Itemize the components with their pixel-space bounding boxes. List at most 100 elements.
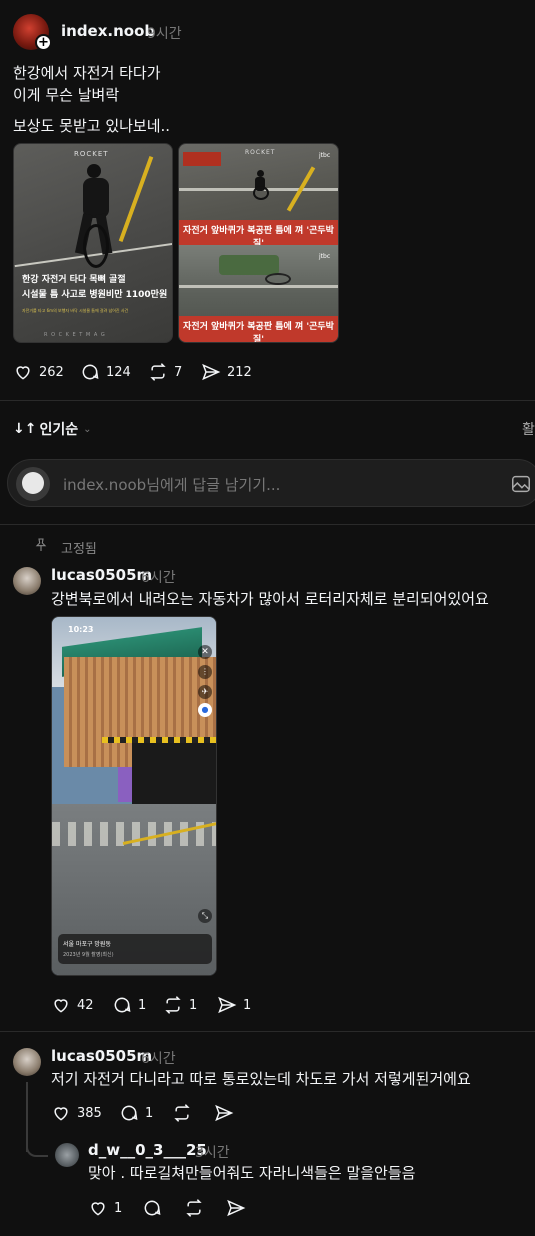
share-button[interactable]: 212 [201,362,252,382]
image2-brand: ROCKET [245,149,276,156]
comment-icon [82,364,99,380]
image2-tag: jtbc [319,152,331,159]
post-image-2[interactable]: ROCKET jtbc 자전거 앞바퀴가 복공판 틈에 껴 '곤두박질' jtb… [178,143,339,343]
repost-button[interactable]: 7 [148,362,182,382]
image1-caption-1: 한강 자전거 타다 목뼈 골절 [22,275,126,285]
comment-icon [144,1200,161,1216]
image3-tag: jtbc [319,253,331,260]
send-icon [218,996,237,1014]
location-pin-icon[interactable]: ● [198,703,212,717]
heart-icon [91,1202,105,1216]
comment3-time: 3시간 [195,1145,230,1161]
comment1-avatar[interactable] [13,567,41,595]
comment3-reply-button[interactable] [142,1198,162,1218]
comment3-repost-button[interactable] [184,1198,204,1218]
image-attach-icon[interactable] [510,473,532,495]
comment-button[interactable]: 124 [80,362,131,382]
image2-red-sign [183,152,221,166]
comment3-username[interactable]: d_w__0_3___25 [88,1141,207,1159]
pinned-label: 고정됨 [61,542,97,557]
comment3-like-count: 1 [114,1200,123,1216]
follow-plus-icon[interactable]: + [35,34,52,51]
cyclist-figure [69,164,124,274]
comment1-like-count: 42 [77,997,94,1013]
image2-cyclist [251,170,271,200]
repost-icon [150,363,166,381]
comment2-time: 6시간 [141,1051,176,1067]
send-icon [227,1199,246,1217]
comment1-repost-button[interactable]: 1 [163,995,197,1015]
comment1-username[interactable]: lucas0505m [51,566,152,584]
divider-1 [0,400,535,401]
like-button[interactable]: 262 [13,362,64,382]
comment3-like-button[interactable]: 1 [88,1198,122,1218]
comment2-avatar[interactable] [13,1048,41,1076]
tunnel [132,742,216,804]
comment2-like-count: 385 [77,1105,102,1121]
pin-icon [35,538,47,551]
heart-icon [16,366,30,380]
location-title: 서울 마포구 망원동 [63,941,111,948]
comment2-share-button[interactable] [214,1103,234,1123]
image3-banner: 자전거 앞바퀴가 복공판 틈에 껴 '곤두박질' [179,316,338,342]
location-sub: 2023년 9월 촬영(최신) [63,952,114,958]
status-time: 10:23 [68,625,94,634]
reply-input-placeholder[interactable]: index.noob님에게 답글 남기기... [63,474,280,495]
comment1-image[interactable]: 10:23 ✕ ⋮ ✈ ● ⤡ 서울 마포구 망원동 2023년 9월 촬영(최… [51,616,217,976]
comment-icon [121,1105,138,1121]
sort-dropdown[interactable]: ↓↑ 인기순 ⌄ [13,419,92,439]
post-text-line-3: 보상도 못받고 있나보네.. [13,117,171,135]
image1-footer: R O C K E T M A G [44,332,106,338]
plane-icon[interactable]: ✈ [198,685,212,699]
close-icon[interactable]: ✕ [198,645,212,659]
divider-3 [0,1031,535,1032]
comment3-share-button[interactable] [226,1198,246,1218]
comment2-like-button[interactable]: 385 [51,1103,102,1123]
comment-icon [114,997,131,1013]
share-count: 212 [227,364,252,380]
post-text-line-2: 이게 무슨 날벼락 [13,86,120,104]
comment1-time: 6시간 [141,570,176,586]
comment2-text: 저기 자전거 다니라고 따로 통로있는데 차도로 가서 저렇게된거에요 [51,1070,471,1088]
comment1-reply-count: 1 [138,997,147,1013]
repost-count: 7 [174,364,183,380]
comment1-share-button[interactable]: 1 [217,995,251,1015]
stripe [102,737,216,743]
comment3-text: 맞아 . 따로길쳐만들어줘도 자라니색들은 말을안들음 [88,1164,416,1182]
comment2-repost-button[interactable] [172,1103,192,1123]
comment2-reply-button[interactable]: 1 [119,1103,153,1123]
divider-2 [0,524,535,525]
image1-caption-2: 시설물 틈 사고로 병원비만 1100만원 [22,290,168,300]
heart-icon [54,999,68,1013]
comment3-avatar[interactable] [55,1143,79,1167]
post-time: 9시간 [147,26,182,42]
image3-green [219,255,279,275]
image3-rail [179,285,338,288]
sort-icon: ↓↑ [13,421,37,437]
post-image-1[interactable]: ROCKET 한강 자전거 타다 목뼈 골절 시설물 틈 사고로 병원비만 11… [13,143,173,343]
comment1-share-count: 1 [243,997,252,1013]
repost-icon [174,1104,190,1122]
like-count: 262 [39,364,64,380]
location-card[interactable]: 서울 마포구 망원동 2023년 9월 촬영(최신) [58,934,212,964]
repost-icon [186,1199,202,1217]
heart-icon [54,1107,68,1121]
comment1-reply-button[interactable]: 1 [112,995,146,1015]
reply-box-avatar [16,467,50,501]
sort-right-label[interactable]: 활 [522,419,535,439]
chevron-down-icon: ⌄ [83,423,92,435]
expand-icon[interactable]: ⤡ [198,909,212,923]
comment1-text: 강변북로에서 내려오는 자동차가 많아서 로터리자체로 분리되어있어요 [51,590,489,608]
image1-small-text: 자전거를 타고 6m의 보행자 바닥 시설물 틈에 걸려 넘어진 사건 [22,308,129,313]
brand-label: ROCKET [74,150,109,158]
comment-count: 124 [106,364,131,380]
post-username[interactable]: index.noob [61,22,155,40]
purple-panel [118,767,132,802]
thread-curve [26,1135,48,1157]
sort-label: 인기순 [39,422,79,438]
more-icon[interactable]: ⋮ [198,665,212,679]
comment2-username[interactable]: lucas0505m [51,1047,152,1065]
reply-box[interactable]: index.noob님에게 답글 남기기... [7,459,535,507]
comment1-like-button[interactable]: 42 [51,995,94,1015]
send-icon [215,1104,234,1122]
